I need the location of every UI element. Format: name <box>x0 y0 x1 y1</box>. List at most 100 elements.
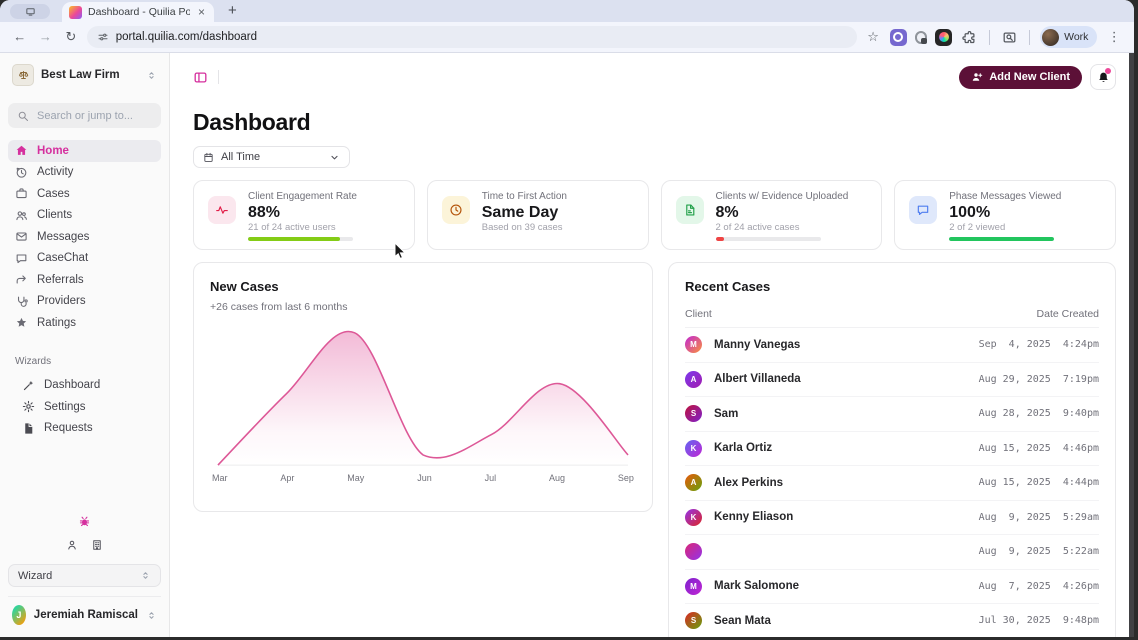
star-icon <box>15 316 28 329</box>
case-row[interactable]: Aug 9, 2025 5:22am <box>685 535 1099 570</box>
page-title: Dashboard <box>193 109 1116 136</box>
stat-cards: Client Engagement Rate 88% 21 of 24 acti… <box>193 180 1116 250</box>
reload-icon[interactable]: ↻ <box>59 25 83 49</box>
site-settings-icon[interactable] <box>97 31 109 43</box>
notifications-button[interactable] <box>1090 64 1116 90</box>
case-date: Aug 29, 2025 7:19pm <box>979 374 1099 385</box>
briefcase-icon <box>15 187 28 200</box>
stat-subtitle: 2 of 24 active cases <box>716 222 868 233</box>
referral-icon <box>15 273 28 286</box>
sidebar-item-providers[interactable]: Providers <box>8 291 161 313</box>
profile-avatar <box>1042 29 1059 46</box>
building-icon[interactable] <box>91 539 103 551</box>
client-avatar: M <box>685 578 702 595</box>
case-row-sam[interactable]: S Sam Aug 28, 2025 9:40pm <box>685 397 1099 432</box>
client-avatar: K <box>685 440 702 457</box>
client-avatar: A <box>685 371 702 388</box>
col-date-created: Date Created <box>1037 308 1099 320</box>
stat-progress-fill <box>949 237 1054 241</box>
sidebar-item-referrals[interactable]: Referrals <box>8 269 161 291</box>
browser-toolbar: ← → ↻ portal.quilia.com/dashboard ☆ Work… <box>0 22 1134 52</box>
case-row-alex-perkins[interactable]: A Alex Perkins Aug 15, 2025 4:44pm <box>685 466 1099 501</box>
sidebar-item-casechat[interactable]: CaseChat <box>8 248 161 270</box>
sidebar-item-home[interactable]: Home <box>8 140 161 162</box>
user-menu[interactable]: J Jeremiah Ramiscal <box>8 596 161 627</box>
stat-title: Time to First Action <box>482 191 634 203</box>
chart-x-axis: MarAprMayJunJulAugSep <box>210 473 636 483</box>
sidebar: Best Law Firm Search or jump to... Home <box>0 53 170 637</box>
case-row-albert-villaneda[interactable]: A Albert Villaneda Aug 29, 2025 7:19pm <box>685 363 1099 398</box>
new-tab-button[interactable]: + <box>228 2 237 20</box>
extension-icon-3[interactable] <box>935 29 952 46</box>
client-name: Sean Mata <box>714 615 771 627</box>
browser-tab-strip: Dashboard - Quilia Portal × + <box>0 0 1134 22</box>
client-name: Karla Ortiz <box>714 442 772 454</box>
desktop-background: Dashboard - Quilia Portal × + ← → ↻ port… <box>0 0 1138 640</box>
back-icon[interactable]: ← <box>8 25 32 49</box>
new-cases-panel: New Cases +26 cases from last 6 months <box>193 262 653 512</box>
case-date: Sep 4, 2025 4:24pm <box>979 339 1099 350</box>
home-icon <box>15 144 28 157</box>
stat-value: Same Day <box>482 203 634 222</box>
browser-profile-chip[interactable]: Work <box>1040 26 1097 48</box>
case-date: Aug 28, 2025 9:40pm <box>979 408 1099 419</box>
case-date: Jul 30, 2025 9:48pm <box>979 615 1099 626</box>
case-row-karla-ortiz[interactable]: K Karla Ortiz Aug 15, 2025 4:46pm <box>685 432 1099 467</box>
stat-title: Phase Messages Viewed <box>949 191 1101 203</box>
sidebar-item-cases[interactable]: Cases <box>8 183 161 205</box>
x-tick-label: Aug <box>549 473 565 483</box>
sidebar-toggle-icon[interactable] <box>193 70 208 85</box>
firm-logo <box>12 64 34 86</box>
bug-report-icon[interactable] <box>78 515 91 528</box>
main-content: Add New Client Dashboard All Time <box>170 53 1134 637</box>
client-avatar <box>685 543 702 560</box>
case-row-manny-vanegas[interactable]: M Manny Vanegas Sep 4, 2025 4:24pm <box>685 328 1099 363</box>
case-row-sean-mata[interactable]: S Sean Mata Jul 30, 2025 9:48pm <box>685 604 1099 637</box>
sidebar-item-clients[interactable]: Clients <box>8 205 161 227</box>
file-icon <box>22 422 35 435</box>
extensions-puzzle-icon[interactable] <box>962 30 977 45</box>
sidebar-item-messages[interactable]: Messages <box>8 226 161 248</box>
person-icon[interactable] <box>66 539 78 551</box>
wizard-item-requests[interactable]: Requests <box>8 418 161 440</box>
scrollbar[interactable] <box>1129 53 1134 637</box>
url-bar[interactable]: portal.quilia.com/dashboard <box>87 26 858 48</box>
workspace-switcher[interactable]: Best Law Firm <box>8 61 161 89</box>
scales-icon <box>17 69 30 82</box>
wizard-select[interactable]: Wizard <box>8 564 161 587</box>
mail-icon <box>15 230 28 243</box>
stethoscope-icon <box>15 295 28 308</box>
wizard-item-dashboard[interactable]: Dashboard <box>8 375 161 397</box>
add-new-client-button[interactable]: Add New Client <box>959 66 1082 89</box>
wizard-item-settings[interactable]: Settings <box>8 396 161 418</box>
stat-progress-fill <box>248 237 340 241</box>
extension-icon-2[interactable] <box>915 31 928 44</box>
bookmark-star-icon[interactable]: ☆ <box>861 25 885 49</box>
wand-icon <box>22 379 35 392</box>
client-name: Albert Villaneda <box>714 373 801 385</box>
quilia-favicon <box>69 6 82 19</box>
stat-progress-fill <box>716 237 724 241</box>
chart-subtitle: +26 cases from last 6 months <box>210 301 636 313</box>
tab-overview-button[interactable] <box>10 4 50 19</box>
menu-kebab-icon[interactable]: ⋮ <box>1102 25 1126 49</box>
search-input[interactable]: Search or jump to... <box>8 103 161 128</box>
tab-search-icon[interactable] <box>1002 30 1017 45</box>
clock-icon <box>449 203 463 217</box>
file-doc-icon <box>683 203 697 217</box>
forward-icon[interactable]: → <box>34 25 58 49</box>
extension-icon-1[interactable] <box>890 29 907 46</box>
sidebar-item-ratings[interactable]: Ratings <box>8 312 161 334</box>
tab-close-icon[interactable]: × <box>196 5 207 19</box>
monitor-icon <box>25 6 36 17</box>
toolbar-divider <box>1029 30 1030 45</box>
browser-tab-dashboard[interactable]: Dashboard - Quilia Portal × <box>62 2 214 22</box>
case-row-mark-salomone[interactable]: M Mark Salomone Aug 7, 2025 4:26pm <box>685 570 1099 605</box>
wizards-section-label: Wizards <box>8 356 161 367</box>
case-row-kenny-eliason[interactable]: K Kenny Eliason Aug 9, 2025 5:29am <box>685 501 1099 536</box>
stat-progress-bar <box>949 237 1054 241</box>
time-filter-select[interactable]: All Time <box>193 146 350 168</box>
calendar-icon <box>203 152 214 163</box>
client-name: Sam <box>714 408 738 420</box>
sidebar-item-activity[interactable]: Activity <box>8 162 161 184</box>
